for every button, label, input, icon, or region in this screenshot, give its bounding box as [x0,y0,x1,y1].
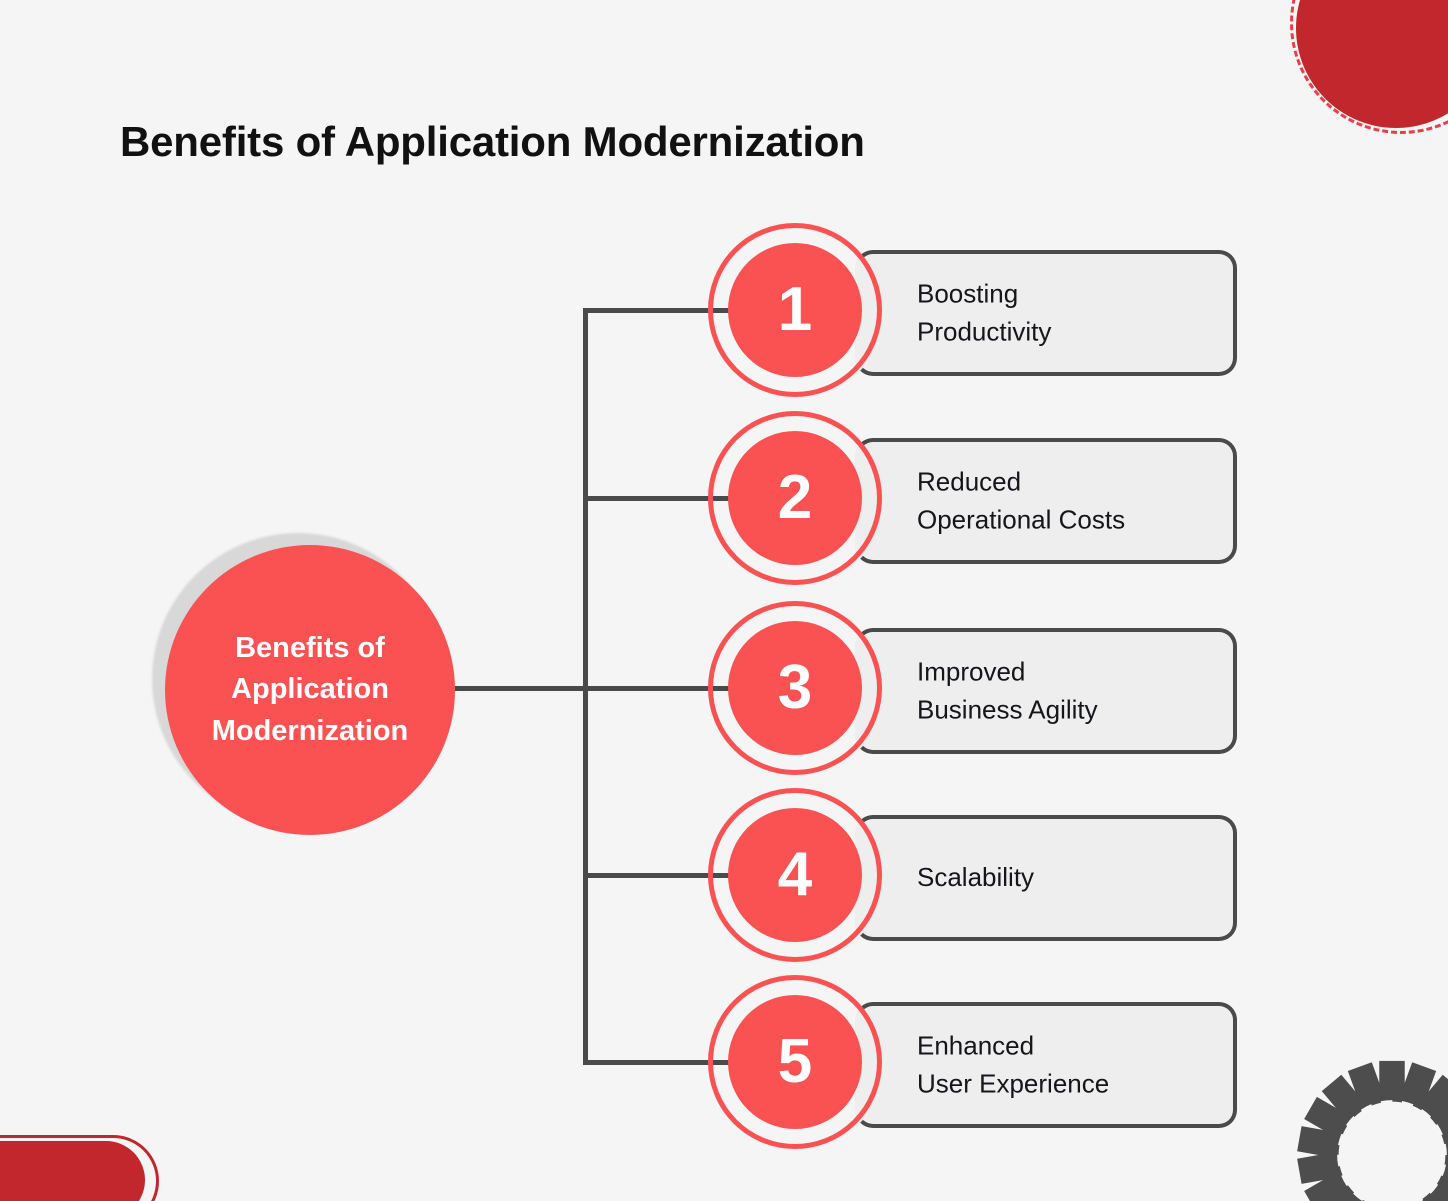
benefit-number-1: 1 [777,275,813,344]
benefit-row-2[interactable]: Reduced Operational Costs 2 [705,411,1245,591]
benefit-number-2: 2 [777,463,813,532]
infographic-canvas: Benefits of Application Modernization Be… [0,0,1448,1201]
benefit-number-3: 3 [777,653,813,722]
central-hub[interactable]: Benefits of Application Modernization [165,545,455,835]
bottom-left-bar-icon [0,1141,145,1201]
page-title: Benefits of Application Modernization [120,118,865,165]
benefit-badge-1[interactable]: 1 [728,243,862,377]
benefit-number-4: 4 [777,840,813,909]
benefit-row-3[interactable]: Improved Business Agility 3 [705,601,1245,781]
benefit-badge-5[interactable]: 5 [728,995,862,1129]
central-hub-label: Benefits of Application Modernization [211,631,409,747]
benefit-label-1: Boosting Productivity [917,278,1052,346]
benefit-label-5: Enhanced User Experience [917,1030,1110,1098]
benefit-card-4[interactable] [855,815,1235,941]
gear-icon [1294,1057,1448,1201]
benefit-badge-2[interactable]: 2 [728,431,862,565]
benefit-row-5[interactable]: Enhanced User Experience 5 [705,975,1245,1155]
benefit-label-2: Reduced Operational Costs [917,466,1126,534]
benefit-badge-3[interactable]: 3 [728,621,862,755]
connector-stem [455,686,587,691]
benefit-number-5: 5 [777,1027,813,1096]
benefit-label-4: Scalability [917,862,1035,893]
top-right-circle-icon [1296,0,1448,128]
benefit-row-1[interactable]: Boosting Productivity 1 [705,223,1245,403]
benefit-badge-4[interactable]: 4 [728,808,862,942]
benefit-label-3: Improved Business Agility [917,656,1098,724]
benefit-row-4[interactable]: Scalability 4 [705,788,1245,968]
